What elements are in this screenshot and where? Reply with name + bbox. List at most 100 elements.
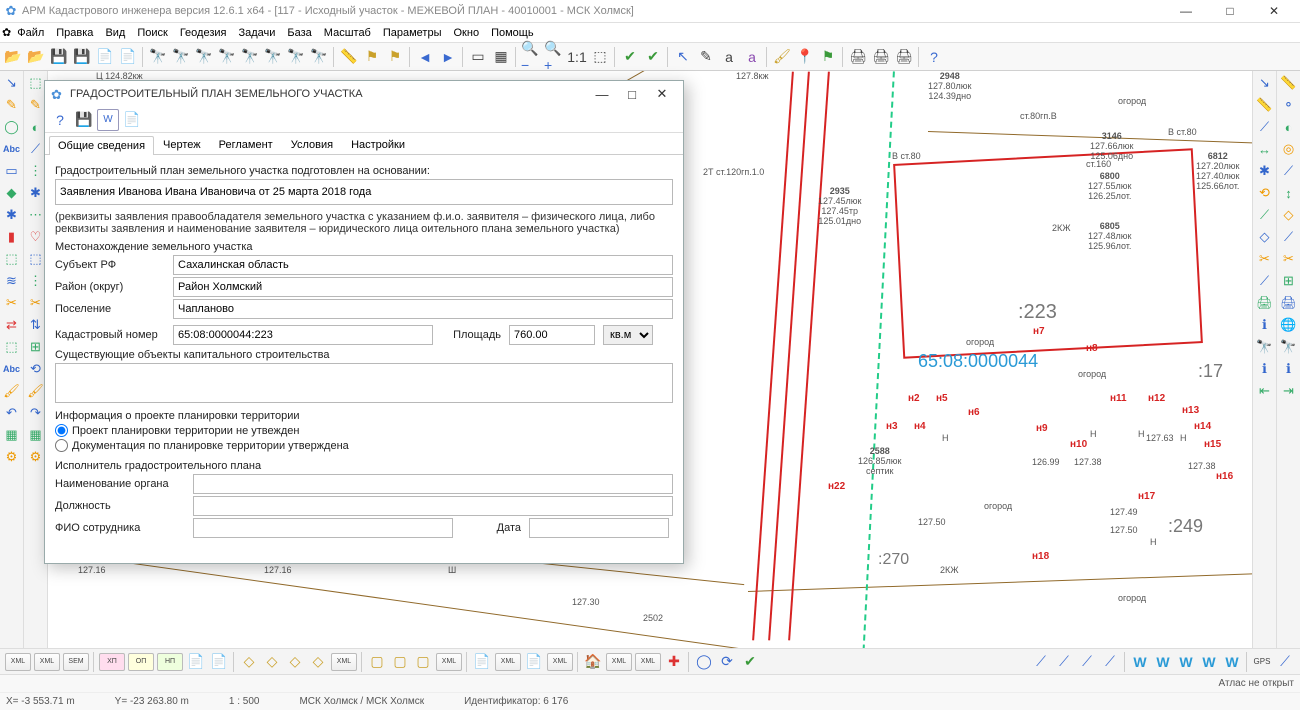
menu-window[interactable]: Окно <box>448 25 486 41</box>
bt-sq1-icon[interactable]: ▢ <box>366 651 388 673</box>
radio-not-approved-input[interactable] <box>55 424 68 437</box>
xml-btn-10[interactable]: XML <box>547 653 573 671</box>
r-b7-icon[interactable]: ◇ <box>1279 205 1299 225</box>
r-a14-icon[interactable]: ℹ <box>1255 359 1275 379</box>
bt-poly4-icon[interactable]: ◇ <box>307 651 329 673</box>
xml-btn-7[interactable]: XML <box>331 653 357 671</box>
xml-btn-1[interactable]: XML <box>5 653 31 671</box>
side-b5-icon[interactable]: ⋮ <box>26 161 46 181</box>
tool-zoomout-icon[interactable]: 🔍− <box>520 46 542 68</box>
maximize-button[interactable]: □ <box>1208 0 1252 23</box>
tool-pin-icon[interactable]: 📍 <box>794 46 816 68</box>
side-b6-icon[interactable]: ✱ <box>26 183 46 203</box>
tool-print3-icon[interactable]: 🖨 <box>893 46 915 68</box>
side-b10-icon[interactable]: ⋮ <box>26 271 46 291</box>
r-a11-icon[interactable]: 🖨 <box>1255 293 1275 313</box>
tool-text-icon[interactable]: a <box>718 46 740 68</box>
bt-net3-icon[interactable]: ⟋ <box>1076 651 1098 673</box>
dlg-doc-icon[interactable]: 📄 <box>121 109 143 131</box>
bt-refresh-icon[interactable]: ⟳ <box>716 651 738 673</box>
r-a15-icon[interactable]: ⇤ <box>1255 381 1275 401</box>
xml-btn-6[interactable]: НП <box>157 653 183 671</box>
side-a10-icon[interactable]: ≋ <box>2 271 22 291</box>
tool-edit-icon[interactable]: ✎ <box>695 46 717 68</box>
side-a14-icon[interactable]: Abc <box>2 359 22 379</box>
r-a1-icon[interactable]: ↘ <box>1255 73 1275 93</box>
radio-approved-input[interactable] <box>55 439 68 452</box>
r-b13-icon[interactable]: 🔭 <box>1279 337 1299 357</box>
r-a4-icon[interactable]: ↔ <box>1255 139 1275 159</box>
r-a9-icon[interactable]: ✂ <box>1255 249 1275 269</box>
existing-input[interactable] <box>55 363 673 403</box>
menu-edit[interactable]: Правка <box>50 25 99 41</box>
bt-last-icon[interactable]: ⟋ <box>1274 651 1296 673</box>
r-b5-icon[interactable]: ⟋ <box>1279 161 1299 181</box>
tool-binoc4-icon[interactable]: 🔭 <box>216 46 238 68</box>
dialog-minimize[interactable]: ― <box>587 87 617 102</box>
tool-open2-icon[interactable]: 📂 <box>25 46 47 68</box>
tab-settings[interactable]: Настройки <box>342 135 414 154</box>
bt-w1-icon[interactable]: W <box>1129 651 1151 673</box>
tool-save-icon[interactable]: 💾 <box>48 46 70 68</box>
side-b14-icon[interactable]: ⟲ <box>26 359 46 379</box>
dlg-word-icon[interactable]: W <box>97 109 119 131</box>
bt-w3-icon[interactable]: W <box>1175 651 1197 673</box>
menu-view[interactable]: Вид <box>99 25 131 41</box>
bt-net1-icon[interactable]: ⟋ <box>1030 651 1052 673</box>
close-button[interactable]: ✕ <box>1252 0 1296 23</box>
r-b4-icon[interactable]: ◎ <box>1279 139 1299 159</box>
bt-sq2-icon[interactable]: ▢ <box>389 651 411 673</box>
bt-doc4-icon[interactable]: 📄 <box>523 651 545 673</box>
side-b15-icon[interactable]: 🖌 <box>26 381 46 401</box>
bt-plus-icon[interactable]: ✚ <box>663 651 685 673</box>
r-a13-icon[interactable]: 🔭 <box>1255 337 1275 357</box>
cadnumber-input[interactable] <box>173 325 433 345</box>
settlement-input[interactable] <box>173 299 673 319</box>
side-b17-icon[interactable]: ▦ <box>26 425 46 445</box>
r-b9-icon[interactable]: ✂ <box>1279 249 1299 269</box>
area-input[interactable] <box>509 325 595 345</box>
minimize-button[interactable]: ― <box>1164 0 1208 23</box>
dlg-help-icon[interactable]: ? <box>49 109 71 131</box>
bt-circle-icon[interactable]: ◯ <box>693 651 715 673</box>
side-a8-icon[interactable]: ▮ <box>2 227 22 247</box>
r-b2-icon[interactable]: ⚬ <box>1279 95 1299 115</box>
tool-ruler-icon[interactable]: 📏 <box>338 46 360 68</box>
bt-poly3-icon[interactable]: ◇ <box>284 651 306 673</box>
menu-tasks[interactable]: Задачи <box>232 25 281 41</box>
tool-windows-icon[interactable]: ▦ <box>490 46 512 68</box>
tab-general[interactable]: Общие сведения <box>49 136 154 155</box>
xml-btn-12[interactable]: XML <box>635 653 661 671</box>
menu-params[interactable]: Параметры <box>377 25 448 41</box>
pos-input[interactable] <box>193 496 673 516</box>
r-a7-icon[interactable]: ⟋ <box>1255 205 1275 225</box>
tool-binoc1-icon[interactable]: 🔭 <box>147 46 169 68</box>
subject-input[interactable] <box>173 255 673 275</box>
r-a8-icon[interactable]: ◇ <box>1255 227 1275 247</box>
dialog-maximize[interactable]: □ <box>617 87 647 102</box>
tool-flag-icon[interactable]: ⚑ <box>361 46 383 68</box>
bt-check-icon[interactable]: ✔ <box>739 651 761 673</box>
tool-text2-icon[interactable]: a <box>741 46 763 68</box>
xml-btn-5[interactable]: ОП <box>128 653 154 671</box>
tool-prev-icon[interactable]: ◄ <box>414 46 436 68</box>
menu-scale[interactable]: Масштаб <box>318 25 377 41</box>
side-a11-icon[interactable]: ✂ <box>2 293 22 313</box>
side-a18-icon[interactable]: ⚙ <box>2 447 22 467</box>
bt-poly2-icon[interactable]: ◇ <box>261 651 283 673</box>
r-b3-icon[interactable]: ◐ <box>1279 117 1299 137</box>
side-b18-icon[interactable]: ⚙ <box>26 447 46 467</box>
tool-pointer-icon[interactable]: ↖ <box>672 46 694 68</box>
tool-select-icon[interactable]: ⬚ <box>589 46 611 68</box>
org-input[interactable] <box>193 474 673 494</box>
fio-input[interactable] <box>193 518 453 538</box>
bt-poly1-icon[interactable]: ◇ <box>238 651 260 673</box>
xml-btn-8[interactable]: XML <box>436 653 462 671</box>
side-a2-icon[interactable]: ✎ <box>2 95 22 115</box>
tool-window-icon[interactable]: ▭ <box>467 46 489 68</box>
side-a6-icon[interactable]: ◆ <box>2 183 22 203</box>
side-a15-icon[interactable]: 🖌 <box>2 381 22 401</box>
tool-binoc2-icon[interactable]: 🔭 <box>170 46 192 68</box>
menu-base[interactable]: База <box>281 25 317 41</box>
tool-print2-icon[interactable]: 🖨 <box>870 46 892 68</box>
